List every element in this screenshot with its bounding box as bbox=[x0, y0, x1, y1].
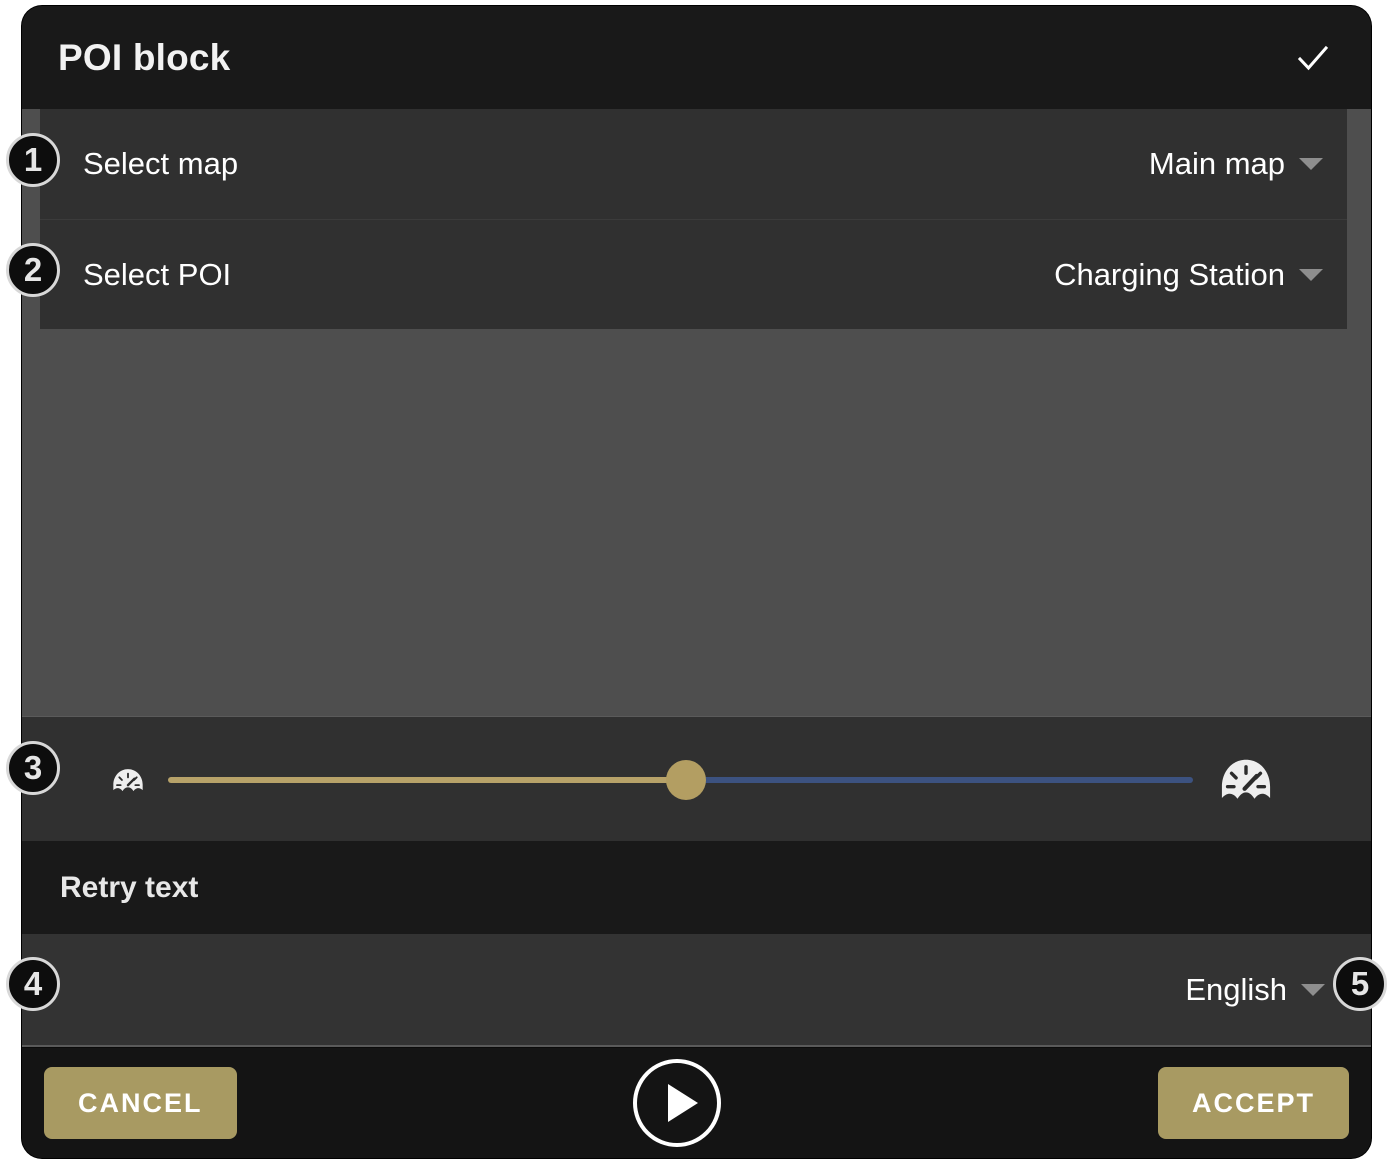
retry-text-label: Retry text bbox=[60, 870, 199, 904]
row-language[interactable]: English bbox=[22, 934, 1371, 1047]
chevron-down-icon bbox=[1299, 268, 1323, 281]
annotation-badge-4: 4 bbox=[6, 957, 60, 1011]
select-map-value: Main map bbox=[1148, 146, 1285, 181]
gauge-slow-icon bbox=[106, 759, 150, 803]
row-select-poi[interactable]: Select POI Charging Station bbox=[40, 219, 1347, 329]
row-label-select-poi: Select POI bbox=[83, 256, 232, 292]
play-circle-icon[interactable] bbox=[630, 1056, 724, 1150]
select-poi-dropdown[interactable]: Charging Station bbox=[1054, 257, 1323, 293]
accept-button[interactable]: ACCEPT bbox=[1157, 1067, 1349, 1139]
language-value: English bbox=[1185, 971, 1287, 1007]
dialog-body: Select map Main map Select POI Charging … bbox=[22, 109, 1371, 716]
screenshot-root: POI block Select map Main map Select POI… bbox=[0, 0, 1393, 1165]
annotation-badge-1: 1 bbox=[6, 133, 60, 187]
gauge-fast-icon bbox=[1212, 747, 1280, 815]
chevron-down-icon bbox=[1301, 983, 1325, 996]
page-title: POI block bbox=[58, 36, 231, 78]
slider-thumb[interactable] bbox=[666, 760, 706, 800]
dialog-titlebar: POI block bbox=[22, 6, 1371, 109]
slider-track-filled[interactable] bbox=[168, 777, 685, 783]
annotation-badge-3: 3 bbox=[6, 741, 60, 795]
chevron-down-icon bbox=[1299, 158, 1323, 170]
retry-text-section: Retry text bbox=[22, 841, 1371, 934]
row-select-map[interactable]: Select map Main map bbox=[40, 109, 1347, 219]
check-icon[interactable] bbox=[1291, 36, 1335, 80]
speed-slider-row bbox=[22, 716, 1371, 842]
annotation-badge-2: 2 bbox=[6, 243, 60, 297]
select-options-card: Select map Main map Select POI Charging … bbox=[40, 109, 1347, 329]
poi-block-dialog: POI block Select map Main map Select POI… bbox=[22, 6, 1371, 1158]
cancel-button[interactable]: CANCEL bbox=[44, 1067, 237, 1139]
language-dropdown[interactable]: English bbox=[1185, 972, 1325, 1008]
select-map-dropdown[interactable]: Main map bbox=[1149, 146, 1323, 182]
annotation-badge-5: 5 bbox=[1333, 957, 1387, 1011]
select-poi-value: Charging Station bbox=[1054, 256, 1285, 292]
dialog-footer: CANCEL ACCEPT bbox=[22, 1048, 1371, 1158]
slider-track-remainder[interactable] bbox=[685, 777, 1193, 783]
row-label-select-map: Select map bbox=[83, 146, 239, 181]
